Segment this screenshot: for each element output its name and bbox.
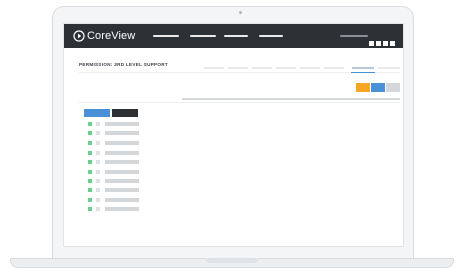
checkbox-checked[interactable] [88, 122, 92, 126]
row-label-placeholder [105, 122, 139, 126]
app-header: CoreView [64, 24, 403, 48]
square-icon[interactable] [383, 41, 388, 46]
row-status-box [96, 131, 100, 135]
section-bar [182, 98, 400, 100]
row-label-placeholder [105, 198, 139, 202]
square-icon[interactable] [369, 41, 374, 46]
brand-name[interactable]: CoreView [87, 29, 135, 43]
content-divider [79, 102, 400, 103]
tab-6[interactable] [324, 67, 344, 69]
row-label-placeholder [105, 188, 139, 192]
row-status-box [96, 207, 100, 211]
blue-filter-button[interactable] [84, 109, 110, 117]
user-name-placeholder[interactable] [340, 35, 368, 37]
row-label-placeholder [105, 160, 139, 164]
row-label-placeholder [105, 141, 139, 145]
row-label-placeholder [105, 179, 139, 183]
row-status-box [96, 141, 100, 145]
checkbox-checked[interactable] [88, 160, 92, 164]
tab-7-active[interactable] [352, 67, 374, 69]
checkbox-checked[interactable] [88, 170, 92, 174]
nav-item-3[interactable] [224, 35, 248, 37]
tab-4[interactable] [276, 67, 296, 69]
checkbox-checked[interactable] [88, 188, 92, 192]
dark-filter-button[interactable] [112, 109, 138, 117]
row-status-box [96, 160, 100, 164]
window-controls [367, 33, 395, 51]
square-icon[interactable] [376, 41, 381, 46]
tab-8[interactable] [378, 67, 400, 69]
row-status-box [96, 122, 100, 126]
row-label-placeholder [105, 170, 139, 174]
row-label-placeholder [105, 207, 139, 211]
checkbox-checked[interactable] [88, 151, 92, 155]
tab-1[interactable] [204, 67, 224, 69]
row-status-box [96, 198, 100, 202]
nav-item-2[interactable] [190, 35, 216, 37]
laptop-notch [205, 258, 259, 263]
tab-2[interactable] [228, 67, 248, 69]
gray-action-button[interactable] [386, 83, 400, 92]
nav-item-4[interactable] [259, 35, 283, 37]
blue-action-button[interactable] [371, 83, 385, 92]
tab-5[interactable] [300, 67, 320, 69]
camera-dot [239, 11, 242, 14]
tab-3[interactable] [252, 67, 272, 69]
nav-item-1[interactable] [153, 35, 179, 37]
checkbox-checked[interactable] [88, 141, 92, 145]
row-status-box [96, 188, 100, 192]
play-circle-icon[interactable] [73, 30, 85, 42]
checkbox-checked[interactable] [88, 207, 92, 211]
square-icon[interactable] [390, 41, 395, 46]
row-label-placeholder [105, 151, 139, 155]
row-status-box [96, 151, 100, 155]
row-status-box [96, 179, 100, 183]
row-status-box [96, 170, 100, 174]
active-tab-underline [351, 72, 375, 73]
row-label-placeholder [105, 131, 139, 135]
orange-action-button[interactable] [356, 83, 370, 92]
laptop-screen: CoreView PERMISSION: 3RD LEVEL SUPPORT [63, 23, 404, 247]
checkbox-checked[interactable] [88, 198, 92, 202]
checkbox-checked[interactable] [88, 179, 92, 183]
page-title: PERMISSION: 3RD LEVEL SUPPORT [79, 62, 169, 67]
checkbox-checked[interactable] [88, 131, 92, 135]
